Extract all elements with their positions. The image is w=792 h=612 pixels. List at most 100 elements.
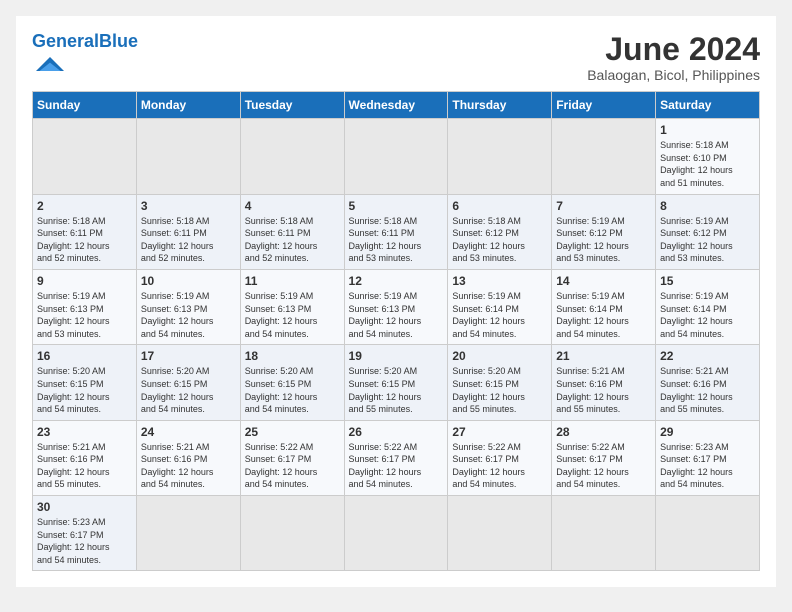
logo-blue: Blue — [99, 31, 138, 51]
day-cell: 25Sunrise: 5:22 AM Sunset: 6:17 PM Dayli… — [240, 420, 344, 495]
day-info: Sunrise: 5:19 AM Sunset: 6:14 PM Dayligh… — [452, 290, 547, 340]
day-info: Sunrise: 5:18 AM Sunset: 6:12 PM Dayligh… — [452, 215, 547, 265]
day-info: Sunrise: 5:19 AM Sunset: 6:13 PM Dayligh… — [37, 290, 132, 340]
logo-text: GeneralBlue — [32, 32, 138, 50]
day-number: 6 — [452, 199, 547, 213]
day-info: Sunrise: 5:20 AM Sunset: 6:15 PM Dayligh… — [141, 365, 236, 415]
week-row-2: 2 Sunrise: 5:18 AM Sunset: 6:11 PM Daylig… — [33, 194, 760, 269]
day-number: 24 — [141, 425, 236, 439]
day-number: 2 — [37, 199, 132, 213]
day-info: Sunrise: 5:21 AM Sunset: 6:16 PM Dayligh… — [556, 365, 651, 415]
day-number: 10 — [141, 274, 236, 288]
day-info: Sunrise: 5:19 AM Sunset: 6:12 PM Dayligh… — [660, 215, 755, 265]
day-number: 22 — [660, 349, 755, 363]
day-cell: 23 Sunrise: 5:21 AM Sunset: 6:16 PM Dayli… — [33, 420, 137, 495]
weekday-header-row: SundayMondayTuesdayWednesdayThursdayFrid… — [33, 92, 760, 119]
day-cell: 19Sunrise: 5:20 AM Sunset: 6:15 PM Dayli… — [344, 345, 448, 420]
day-info: Sunrise: 5:19 AM Sunset: 6:14 PM Dayligh… — [556, 290, 651, 340]
day-info: Sunrise: 5:19 AM Sunset: 6:13 PM Dayligh… — [349, 290, 444, 340]
header: GeneralBlue June 2024 Balaogan, Bicol, P… — [32, 32, 760, 83]
day-cell: 6 Sunrise: 5:18 AM Sunset: 6:12 PM Daylig… — [448, 194, 552, 269]
day-number: 30 — [37, 500, 132, 514]
day-cell: 1Sunrise: 5:18 AM Sunset: 6:10 PM Daylig… — [656, 119, 760, 194]
day-info: Sunrise: 5:23 AM Sunset: 6:17 PM Dayligh… — [660, 441, 755, 491]
day-number: 15 — [660, 274, 755, 288]
logo-icon — [36, 50, 64, 78]
day-number: 12 — [349, 274, 444, 288]
day-number: 20 — [452, 349, 547, 363]
day-info: Sunrise: 5:18 AM Sunset: 6:11 PM Dayligh… — [37, 215, 132, 265]
day-number: 18 — [245, 349, 340, 363]
day-info: Sunrise: 5:23 AM Sunset: 6:17 PM Dayligh… — [37, 516, 132, 566]
day-info: Sunrise: 5:22 AM Sunset: 6:17 PM Dayligh… — [245, 441, 340, 491]
week-row-1: 1Sunrise: 5:18 AM Sunset: 6:10 PM Daylig… — [33, 119, 760, 194]
day-cell: 14 Sunrise: 5:19 AM Sunset: 6:14 PM Dayli… — [552, 269, 656, 344]
day-cell: 21Sunrise: 5:21 AM Sunset: 6:16 PM Dayli… — [552, 345, 656, 420]
day-number: 26 — [349, 425, 444, 439]
day-number: 17 — [141, 349, 236, 363]
day-number: 8 — [660, 199, 755, 213]
weekday-thursday: Thursday — [448, 92, 552, 119]
day-cell: 2 Sunrise: 5:18 AM Sunset: 6:11 PM Daylig… — [33, 194, 137, 269]
day-cell: 17 Sunrise: 5:20 AM Sunset: 6:15 PM Dayli… — [136, 345, 240, 420]
day-number: 3 — [141, 199, 236, 213]
day-cell: 29Sunrise: 5:23 AM Sunset: 6:17 PM Dayli… — [656, 420, 760, 495]
day-info: Sunrise: 5:22 AM Sunset: 6:17 PM Dayligh… — [556, 441, 651, 491]
day-info: Sunrise: 5:20 AM Sunset: 6:15 PM Dayligh… — [452, 365, 547, 415]
day-cell: 30 Sunrise: 5:23 AM Sunset: 6:17 PM Dayli… — [33, 496, 137, 571]
weekday-tuesday: Tuesday — [240, 92, 344, 119]
day-number: 28 — [556, 425, 651, 439]
day-info: Sunrise: 5:19 AM Sunset: 6:13 PM Dayligh… — [141, 290, 236, 340]
day-cell: 22Sunrise: 5:21 AM Sunset: 6:16 PM Dayli… — [656, 345, 760, 420]
month-title: June 2024 — [587, 32, 760, 67]
day-number: 23 — [37, 425, 132, 439]
day-cell: 26 Sunrise: 5:22 AM Sunset: 6:17 PM Dayli… — [344, 420, 448, 495]
calendar-page: GeneralBlue June 2024 Balaogan, Bicol, P… — [16, 16, 776, 587]
day-number: 14 — [556, 274, 651, 288]
day-cell — [448, 496, 552, 571]
day-number: 27 — [452, 425, 547, 439]
day-number: 13 — [452, 274, 547, 288]
week-row-5: 23 Sunrise: 5:21 AM Sunset: 6:16 PM Dayli… — [33, 420, 760, 495]
weekday-friday: Friday — [552, 92, 656, 119]
day-cell: 5 Sunrise: 5:18 AM Sunset: 6:11 PM Daylig… — [344, 194, 448, 269]
day-cell — [448, 119, 552, 194]
week-row-3: 9 Sunrise: 5:19 AM Sunset: 6:13 PM Daylig… — [33, 269, 760, 344]
day-info: Sunrise: 5:22 AM Sunset: 6:17 PM Dayligh… — [349, 441, 444, 491]
day-cell: 18 Sunrise: 5:20 AM Sunset: 6:15 PM Dayli… — [240, 345, 344, 420]
day-number: 16 — [37, 349, 132, 363]
day-cell: 27 Sunrise: 5:22 AM Sunset: 6:17 PM Dayli… — [448, 420, 552, 495]
day-cell: 15Sunrise: 5:19 AM Sunset: 6:14 PM Dayli… — [656, 269, 760, 344]
day-cell: 9 Sunrise: 5:19 AM Sunset: 6:13 PM Daylig… — [33, 269, 137, 344]
day-number: 1 — [660, 123, 755, 137]
weekday-sunday: Sunday — [33, 92, 137, 119]
day-number: 19 — [349, 349, 444, 363]
day-number: 5 — [349, 199, 444, 213]
day-cell: 4Sunrise: 5:18 AM Sunset: 6:11 PM Daylig… — [240, 194, 344, 269]
weekday-wednesday: Wednesday — [344, 92, 448, 119]
day-cell — [344, 119, 448, 194]
day-cell: 7Sunrise: 5:19 AM Sunset: 6:12 PM Daylig… — [552, 194, 656, 269]
weekday-saturday: Saturday — [656, 92, 760, 119]
day-info: Sunrise: 5:18 AM Sunset: 6:11 PM Dayligh… — [141, 215, 236, 265]
day-cell: 20 Sunrise: 5:20 AM Sunset: 6:15 PM Dayli… — [448, 345, 552, 420]
day-number: 4 — [245, 199, 340, 213]
day-info: Sunrise: 5:21 AM Sunset: 6:16 PM Dayligh… — [37, 441, 132, 491]
day-number: 9 — [37, 274, 132, 288]
day-number: 11 — [245, 274, 340, 288]
day-info: Sunrise: 5:22 AM Sunset: 6:17 PM Dayligh… — [452, 441, 547, 491]
day-cell: 11Sunrise: 5:19 AM Sunset: 6:13 PM Dayli… — [240, 269, 344, 344]
day-info: Sunrise: 5:20 AM Sunset: 6:15 PM Dayligh… — [245, 365, 340, 415]
day-cell: 10 Sunrise: 5:19 AM Sunset: 6:13 PM Dayli… — [136, 269, 240, 344]
logo-general: General — [32, 31, 99, 51]
day-cell: 13 Sunrise: 5:19 AM Sunset: 6:14 PM Dayli… — [448, 269, 552, 344]
day-cell — [136, 496, 240, 571]
day-info: Sunrise: 5:18 AM Sunset: 6:11 PM Dayligh… — [349, 215, 444, 265]
week-row-4: 16 Sunrise: 5:20 AM Sunset: 6:15 PM Dayli… — [33, 345, 760, 420]
day-cell — [552, 119, 656, 194]
day-cell: 24 Sunrise: 5:21 AM Sunset: 6:16 PM Dayli… — [136, 420, 240, 495]
day-cell: 28 Sunrise: 5:22 AM Sunset: 6:17 PM Dayli… — [552, 420, 656, 495]
day-info: Sunrise: 5:21 AM Sunset: 6:16 PM Dayligh… — [141, 441, 236, 491]
location: Balaogan, Bicol, Philippines — [587, 67, 760, 83]
calendar-table: SundayMondayTuesdayWednesdayThursdayFrid… — [32, 91, 760, 571]
